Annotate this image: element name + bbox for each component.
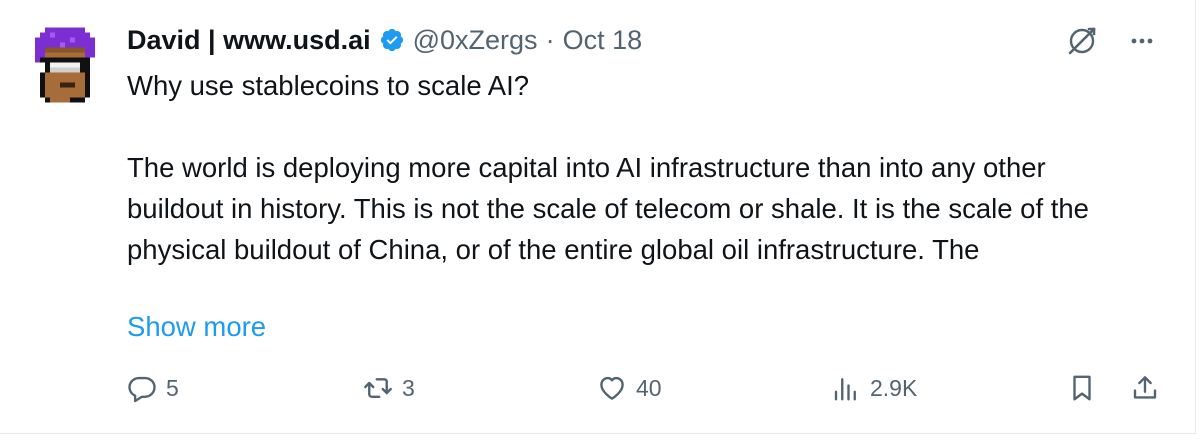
- view-count: 2.9K: [870, 374, 918, 401]
- tweet-header: David | www.usd.ai @0xZergs · Oct 18: [127, 20, 642, 60]
- bookmark-icon: [1067, 373, 1097, 403]
- tweet-card[interactable]: David | www.usd.ai @0xZergs · Oct 18 Why…: [0, 0, 1196, 434]
- views-icon: [831, 373, 861, 403]
- author-handle[interactable]: @0xZergs: [413, 25, 538, 56]
- share-button[interactable]: [1130, 366, 1160, 410]
- grok-icon[interactable]: [1065, 24, 1099, 58]
- reply-icon: [127, 373, 157, 403]
- tweet-actions: 5 3 40 2.9K: [127, 366, 1163, 410]
- verified-badge-icon[interactable]: [379, 27, 405, 53]
- separator-dot: ·: [545, 24, 555, 55]
- author-name[interactable]: David | www.usd.ai: [127, 25, 371, 56]
- retweet-icon: [363, 373, 393, 403]
- avatar-image: [35, 27, 95, 103]
- show-more-link[interactable]: Show more: [127, 306, 266, 347]
- heart-icon: [597, 373, 627, 403]
- reply-button[interactable]: 5: [127, 366, 179, 410]
- views-button[interactable]: 2.9K: [831, 366, 917, 410]
- retweet-button[interactable]: 3: [363, 366, 415, 410]
- top-actions: [1065, 24, 1159, 58]
- tweet-text: Why use stablecoins to scale AI? The wor…: [127, 70, 1089, 265]
- retweet-count: 3: [402, 374, 415, 401]
- tweet-date[interactable]: Oct 18: [563, 25, 643, 56]
- like-count: 40: [636, 374, 662, 401]
- reply-count: 5: [166, 374, 179, 401]
- more-icon[interactable]: [1125, 24, 1159, 58]
- share-icon: [1130, 373, 1160, 403]
- avatar[interactable]: [30, 27, 100, 103]
- like-button[interactable]: 40: [597, 366, 662, 410]
- bookmark-button[interactable]: [1067, 366, 1097, 410]
